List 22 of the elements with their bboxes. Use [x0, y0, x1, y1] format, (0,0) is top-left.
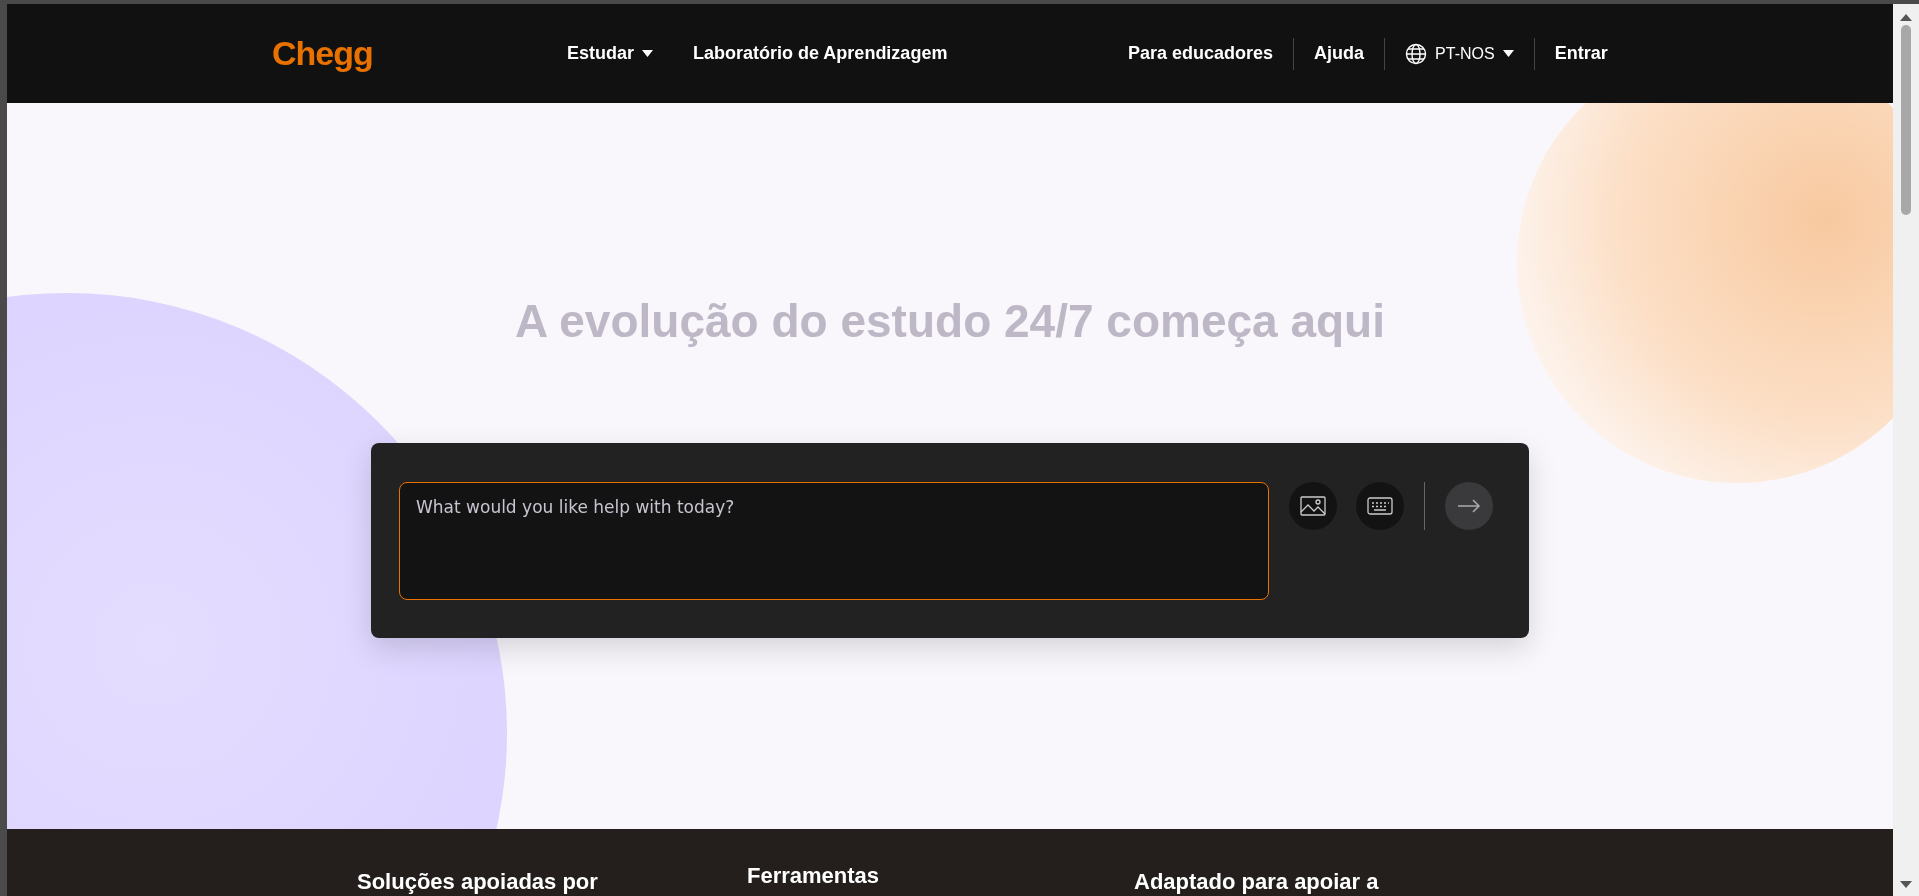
section-heading: Soluções apoiadas por: [357, 868, 599, 895]
scrollbar[interactable]: [1893, 4, 1919, 896]
hero-title: A evolução do estudo 24/7 começa aqui: [515, 294, 1385, 349]
language-selector[interactable]: PT-NOS: [1405, 42, 1514, 65]
logo[interactable]: Chegg: [272, 34, 567, 73]
section-heading: Adaptado para apoiar a: [1134, 868, 1379, 895]
nav-link[interactable]: Para educadores: [1128, 43, 1274, 64]
section-heading: Ferramentas: [747, 862, 881, 890]
question-field[interactable]: What would you like help with today?: [399, 482, 1269, 600]
caret-icon: [642, 50, 654, 57]
nav-link[interactable]: Laboratório de Aprendizagem: [693, 43, 948, 64]
image-icon: [1300, 496, 1326, 516]
arrow-icon: [1457, 499, 1481, 513]
keyboard-button[interactable]: [1356, 482, 1404, 530]
submit-button[interactable]: [1445, 482, 1493, 530]
image-upload-button[interactable]: [1289, 482, 1337, 530]
nav-link[interactable]: Estudar: [567, 43, 654, 64]
caret-icon: [1502, 50, 1514, 57]
keyboard-icon: [1367, 497, 1393, 515]
globe-icon: [1405, 42, 1428, 65]
nav-link[interactable]: Ajuda: [1314, 43, 1365, 64]
nav-link[interactable]: Entrar: [1554, 43, 1608, 64]
